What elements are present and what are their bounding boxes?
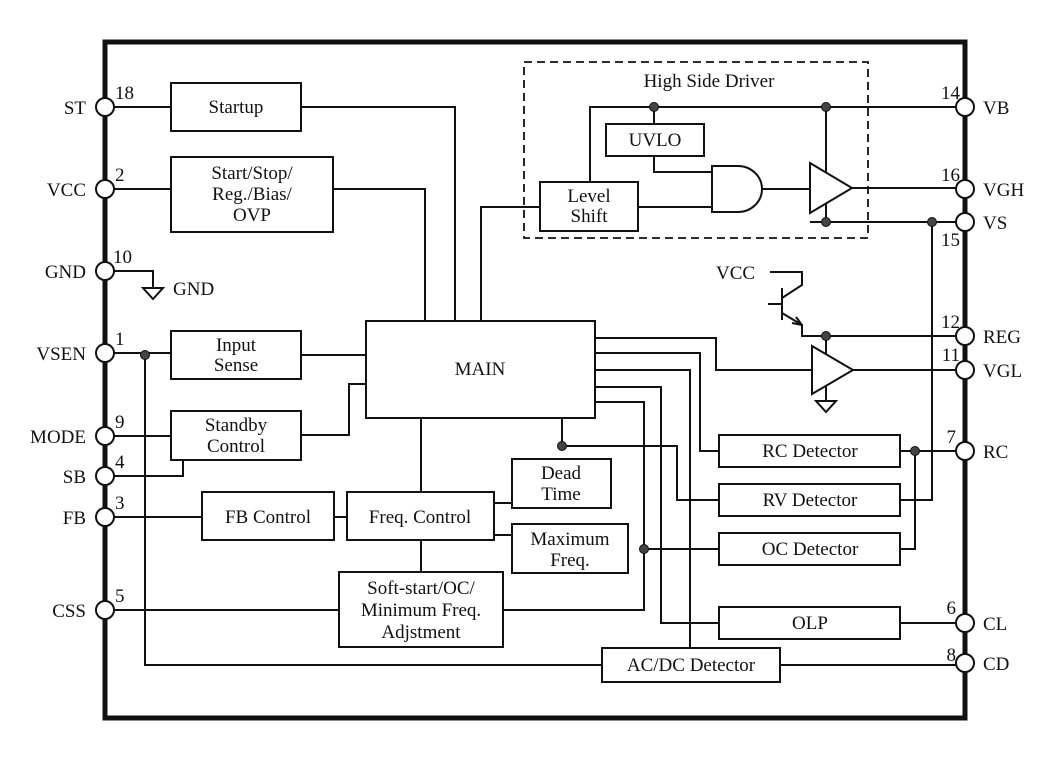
fb-control-label: FB Control [225,507,311,528]
dead-time-label: Dead [541,463,582,484]
svg-text:15: 15 [941,230,960,251]
pin-gnd: GND 10 [45,247,132,283]
dead-time-label: Time [541,484,580,505]
olp-label: OLP [792,613,828,634]
rv-detector-label: RV Detector [763,490,858,511]
and-gate-icon [711,165,763,213]
svg-text:7: 7 [947,427,957,448]
low-side-buffer-icon [811,344,855,396]
main-label: MAIN [455,359,506,380]
svg-text:1: 1 [115,329,125,350]
svg-text:10: 10 [113,247,132,268]
svg-text:18: 18 [115,83,134,104]
pin-vcc: VCC 2 [47,165,125,201]
svg-text:11: 11 [942,345,960,366]
start-stop-label: Reg./Bias/ [212,184,292,205]
pin-fb: FB 3 [63,493,125,529]
svg-text:VGL: VGL [983,361,1022,382]
pin-vgl: VGL 11 [942,345,1022,382]
pin-sb: SB 4 [63,452,125,488]
svg-text:CSS: CSS [52,601,86,622]
right-pins: VB 14 VGH 16 VS 15 REG 12 VGL 11 RC 7 CL 6 CD 8 [941,83,1024,675]
svg-text:16: 16 [941,165,960,186]
start-stop-label: Start/Stop/ [211,163,293,184]
level-shift-label: Level [567,186,610,207]
svg-text:3: 3 [115,493,125,514]
level-shift-label: Shift [571,206,609,227]
rc-detector-label: RC Detector [762,441,858,462]
svg-text:12: 12 [941,312,960,333]
pin-rc: RC 7 [947,427,1009,463]
svg-text:VCC: VCC [47,180,86,201]
pin-cd: CD 8 [947,645,1010,675]
svg-text:5: 5 [115,586,125,607]
svg-text:4: 4 [115,452,125,473]
svg-text:ST: ST [64,98,87,119]
pin-vgh: VGH 16 [941,165,1024,201]
max-freq-label: Freq. [550,550,590,571]
soft-start-label: Adjstment [381,622,461,643]
high-side-buffer-icon [809,161,854,215]
svg-text:SB: SB [63,467,86,488]
high-side-driver-label: High Side Driver [644,71,776,92]
standby-label: Standby [205,415,268,436]
svg-text:CL: CL [983,614,1007,635]
oc-detector-label: OC Detector [762,539,859,560]
vcc-label: VCC [716,263,755,284]
blocks: Startup Start/Stop/ Reg./Bias/ OVP Input… [170,82,901,683]
svg-text:VGH: VGH [983,180,1024,201]
max-freq-label: Maximum [530,529,609,550]
pin-css: CSS 5 [52,586,124,622]
pin-cl: CL 6 [947,598,1008,635]
svg-text:GND: GND [45,262,86,283]
svg-text:VS: VS [983,213,1007,234]
block-diagram: High Side Driver UVLO Level Shift VCC GN… [30,39,1024,721]
soft-start-label: Soft-start/OC/ [367,578,475,599]
svg-text:MODE: MODE [30,427,86,448]
ground-icon [140,287,166,301]
svg-text:8: 8 [947,645,957,666]
svg-text:2: 2 [115,165,125,186]
start-stop-label: OVP [233,205,271,226]
input-sense-label: Input [216,335,257,356]
pin-st: ST 18 [64,83,134,119]
svg-text:RC: RC [983,442,1008,463]
startup-label: Startup [209,97,264,118]
svg-text:REG: REG [983,327,1021,348]
svg-text:9: 9 [115,412,125,433]
gnd-label: GND [173,279,214,300]
svg-text:CD: CD [983,654,1009,675]
acdc-detector-label: AC/DC Detector [627,655,756,676]
svg-text:FB: FB [63,508,86,529]
svg-text:VB: VB [983,98,1009,119]
soft-start-label: Minimum Freq. [361,600,481,621]
svg-text:VSEN: VSEN [36,344,86,365]
ground-icon [813,400,839,414]
pin-vb: VB 14 [941,83,1009,119]
freq-control-label: Freq. Control [369,507,471,528]
input-sense-label: Sense [214,355,258,376]
standby-label: Control [207,436,265,457]
pin-reg: REG 12 [941,312,1021,348]
pin-mode: MODE 9 [30,412,124,448]
pin-vs: VS 15 [941,212,1007,251]
svg-text:14: 14 [941,83,961,104]
svg-text:6: 6 [947,598,957,619]
uvlo-label: UVLO [629,130,682,151]
pin-vsen: VSEN 1 [36,329,124,365]
